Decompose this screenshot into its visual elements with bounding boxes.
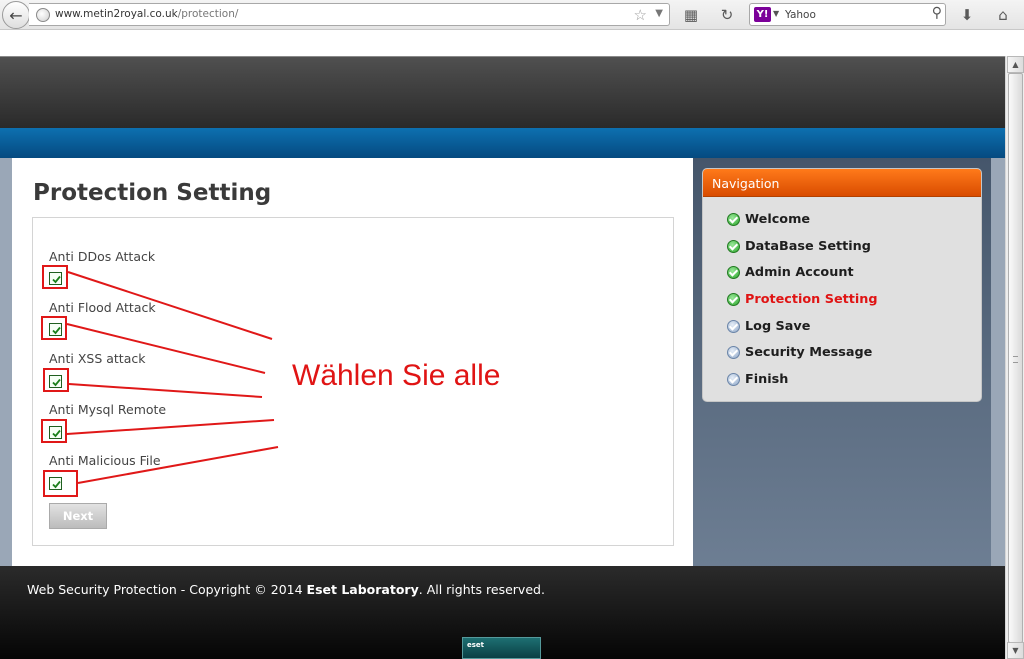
footer-copyright: Web Security Protection - Copyright © 20…: [27, 582, 545, 597]
scroll-down-arrow-icon[interactable]: ▼: [1007, 642, 1024, 659]
nav-label: DataBase Setting: [745, 238, 871, 254]
site-footer: Web Security Protection - Copyright © 20…: [0, 566, 1005, 659]
check-done-icon: [727, 265, 740, 279]
scroll-grip-icon: [1013, 356, 1018, 363]
check-pending-icon: [727, 319, 740, 333]
nav-label-active: Protection Setting: [745, 291, 878, 307]
nav-label: Log Save: [745, 318, 811, 334]
nav-label: Admin Account: [745, 264, 854, 280]
eset-logo: eset: [462, 637, 541, 659]
nav-label: Security Message: [745, 344, 873, 360]
nav-label: Finish: [745, 371, 789, 387]
scroll-thumb[interactable]: [1008, 73, 1023, 643]
navigation-header: Navigation: [703, 169, 981, 197]
check-done-icon: [727, 239, 740, 253]
nav-item-security-message[interactable]: Security Message: [727, 342, 872, 362]
nav-item-welcome[interactable]: Welcome: [727, 209, 810, 229]
nav-item-database-setting[interactable]: DataBase Setting: [727, 236, 871, 256]
check-pending-icon: [727, 372, 740, 386]
eset-logo-text: eset: [467, 641, 485, 649]
nav-item-protection-setting[interactable]: Protection Setting: [727, 289, 878, 309]
vertical-scrollbar[interactable]: ▲ ▼: [1005, 56, 1024, 659]
footer-company: Eset Laboratory: [306, 582, 419, 597]
check-pending-icon: [727, 345, 740, 359]
nav-label: Welcome: [745, 211, 811, 227]
footer-suffix: . All rights reserved.: [418, 582, 545, 597]
check-done-icon: [727, 292, 740, 306]
nav-item-finish[interactable]: Finish: [727, 369, 788, 389]
footer-prefix: Web Security Protection - Copyright © 20…: [27, 582, 307, 597]
check-done-icon: [727, 212, 740, 226]
nav-item-log-save[interactable]: Log Save: [727, 316, 810, 336]
nav-item-admin-account[interactable]: Admin Account: [727, 262, 854, 282]
scroll-up-arrow-icon[interactable]: ▲: [1007, 56, 1024, 73]
annotation-text: Wählen Sie alle: [292, 359, 501, 392]
navigation-panel: Navigation Welcome DataBase Setting Admi…: [702, 168, 982, 402]
